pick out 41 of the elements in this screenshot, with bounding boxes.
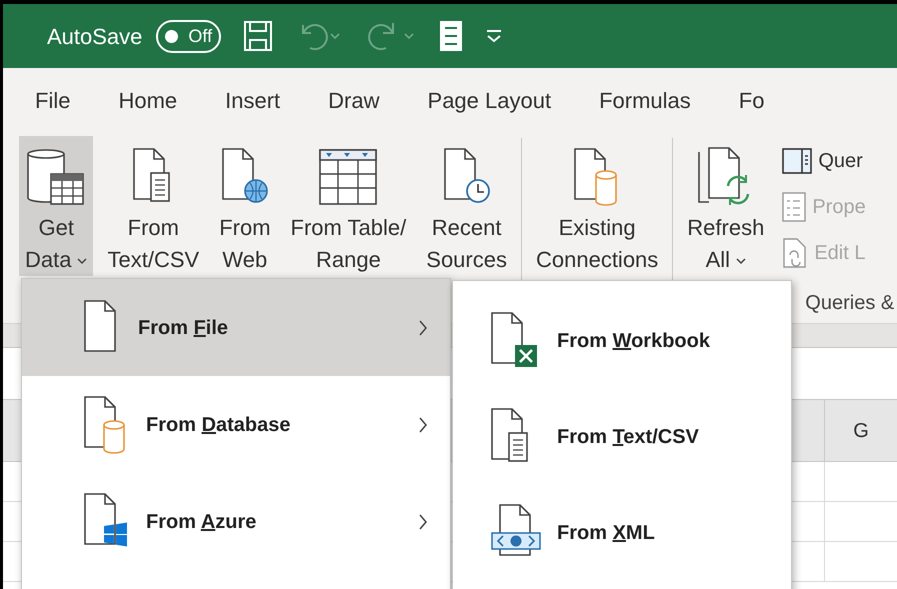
autosave-toggle[interactable]: Off <box>156 20 222 52</box>
get-data-button[interactable]: Get Data <box>19 136 94 276</box>
existing-button[interactable]: Existing Connections <box>530 136 664 276</box>
menu-item-label: From File <box>138 316 228 340</box>
submenu-item[interactable]: From Text/CSV <box>453 389 791 485</box>
panel-icon <box>782 148 812 174</box>
customize-button[interactable] <box>485 28 504 44</box>
document-link-icon <box>782 238 808 268</box>
list-icon <box>782 192 806 222</box>
menu-item-label: From Database <box>146 412 291 438</box>
refresh-button[interactable]: Refresh All <box>681 136 770 276</box>
form-button[interactable] <box>439 20 464 52</box>
table-button[interactable]: From Table/ Range <box>284 136 412 276</box>
ribbon-tab[interactable]: File <box>35 84 70 116</box>
queries-button[interactable]: Quer <box>782 142 866 180</box>
ribbon-tab[interactable]: Draw <box>328 84 380 116</box>
menu-item[interactable]: From Azure <box>22 473 450 570</box>
table-icon <box>318 148 378 206</box>
ribbon-tab[interactable]: Home <box>118 84 178 116</box>
ribbon-tab[interactable]: Fo <box>738 84 764 116</box>
ribbon-tab[interactable]: Insert <box>225 84 280 116</box>
customize-icon <box>485 28 504 44</box>
web-button[interactable]: From Web <box>213 136 277 276</box>
submenu-item-label: From Workbook <box>557 329 710 354</box>
group-label: Queries & <box>805 291 894 316</box>
menu-item[interactable]: From File <box>22 279 450 376</box>
submenu-item-label: From Text/CSV <box>557 425 699 450</box>
save-icon <box>243 20 274 52</box>
column-header: G <box>852 418 870 444</box>
text-csv-button[interactable]: From Text/CSV <box>101 136 206 276</box>
menu-item-label: From Azure <box>146 510 256 534</box>
ribbon-tab[interactable]: Page Layout <box>428 84 552 116</box>
submenu-item[interactable]: From XML <box>453 485 791 581</box>
ribbon-tab[interactable]: Formulas <box>599 84 691 116</box>
menu-item[interactable]: From Database <box>22 376 450 473</box>
save-button[interactable] <box>243 20 274 52</box>
form-icon <box>439 20 464 52</box>
submenu-item[interactable]: From Workbook <box>453 293 791 389</box>
recent-button[interactable]: Recent Sources <box>420 136 513 276</box>
autosave-label: AutoSave <box>47 22 142 50</box>
submenu-item-label: From XML <box>557 521 655 546</box>
